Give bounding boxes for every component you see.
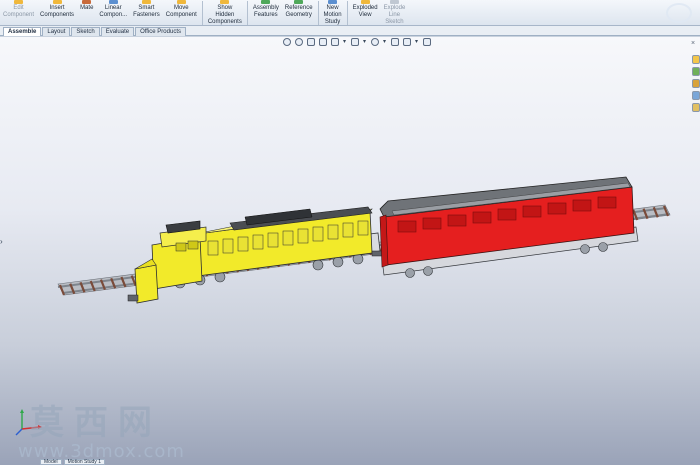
tab-sketch[interactable]: Sketch: [71, 27, 100, 36]
insert-components-icon: [52, 0, 62, 4]
linear-compon-icon: [108, 0, 118, 4]
mate-icon: [82, 0, 92, 4]
ribbon-button-label: Exploded View: [352, 5, 378, 18]
tab-model[interactable]: Model: [40, 459, 62, 465]
hood-panel: [267, 232, 279, 248]
new-motion-study-button[interactable]: New Motion Study: [321, 0, 345, 25]
hood-panel: [342, 222, 354, 238]
locomotive: [127, 206, 383, 304]
show-hidden-components-icon: [220, 0, 230, 4]
explode-line-sketch-icon: [389, 0, 399, 4]
coach-window: [472, 211, 492, 224]
tab-office-products[interactable]: Office Products: [135, 27, 186, 36]
ribbon-button-label: Assembly Features: [252, 5, 279, 18]
hood-panel: [357, 220, 369, 236]
move-component-button[interactable]: Move Component: [163, 0, 200, 25]
exploded-view-button[interactable]: Exploded View: [350, 0, 381, 25]
hood-panel: [327, 224, 339, 240]
ribbon-separator: [246, 1, 248, 25]
assembly-features-icon: [261, 0, 271, 4]
ribbon-button-group: Edit Component Insert Components Mate Linea…: [0, 0, 409, 25]
ribbon-button-label: Edit Component: [3, 5, 35, 18]
ribbon-button-label: Linear Compon...: [99, 5, 128, 18]
explode-line-sketch-button[interactable]: Explode Line Sketch: [381, 0, 409, 25]
ribbon-button-label: New Motion Study: [323, 5, 342, 25]
show-hidden-components-button[interactable]: Show Hidden Components: [205, 0, 245, 25]
tab-evaluate[interactable]: Evaluate: [100, 27, 135, 36]
ribbon-separator: [317, 1, 319, 25]
insert-components-button[interactable]: Insert Components: [37, 0, 77, 25]
hood-panel: [237, 236, 249, 252]
edit-component-icon: [14, 0, 24, 4]
ribbon-button-label: Show Hidden Components: [207, 5, 242, 25]
reference-geometry-button[interactable]: Reference Geometry: [282, 0, 316, 25]
tab-assemble[interactable]: Assemble: [3, 27, 42, 36]
command-manager-ribbon: Edit Component Insert Components Mate Linea…: [0, 0, 700, 26]
coach-window: [497, 208, 517, 221]
hood-panel: [222, 238, 234, 254]
hood-panel: [252, 234, 264, 250]
ribbon-separator: [346, 1, 348, 25]
new-motion-study-icon: [328, 0, 338, 4]
coach-window: [522, 205, 542, 218]
tab-motion-study[interactable]: Motion Study 1: [63, 459, 105, 465]
window-decoration: [666, 3, 692, 23]
hood-panel: [207, 240, 219, 256]
hood-panel: [297, 228, 309, 244]
coach-window: [447, 214, 467, 227]
tab-layout[interactable]: Layout: [42, 27, 71, 36]
reference-geometry-icon: [294, 0, 304, 4]
exploded-view-icon: [360, 0, 370, 4]
passenger-coach: [379, 176, 639, 278]
coach-window: [422, 217, 442, 230]
edit-component-button[interactable]: Edit Component: [0, 0, 37, 25]
move-component-icon: [176, 0, 186, 4]
ribbon-separator: [201, 1, 203, 25]
ribbon-button-label: Reference Geometry: [284, 5, 313, 18]
watermark-logo: 莫西网: [30, 403, 162, 443]
graphics-viewport[interactable]: ▾ ▾ ▾ ▾ × › 莫西网 www.3dmox.com Model Moti…: [0, 37, 700, 465]
ribbon-button-label: Insert Components: [40, 5, 75, 18]
coach-window: [547, 202, 567, 215]
assembly-features-button[interactable]: Assembly Features: [250, 0, 282, 25]
coach-window: [572, 199, 592, 212]
hood-panel: [312, 226, 324, 242]
ribbon-button-label: Mate: [80, 5, 94, 11]
ribbon-button-label: Move Component: [165, 5, 197, 18]
model-motion-tabs: Model Motion Study 1: [0, 459, 130, 465]
mate-button[interactable]: Mate: [77, 0, 96, 25]
linear-compon-button[interactable]: Linear Compon...: [96, 0, 130, 25]
coach-window: [397, 220, 417, 233]
coach-window: [597, 196, 617, 209]
ribbon-button-label: Explode Line Sketch: [383, 5, 406, 25]
ribbon-button-label: Smart Fasteners: [133, 5, 160, 18]
smart-fasteners-icon: [141, 0, 151, 4]
command-manager-tabs: Assemble Layout Sketch Evaluate Office P…: [0, 26, 700, 36]
smart-fasteners-button[interactable]: Smart Fasteners: [130, 0, 163, 25]
hood-panel: [282, 230, 294, 246]
